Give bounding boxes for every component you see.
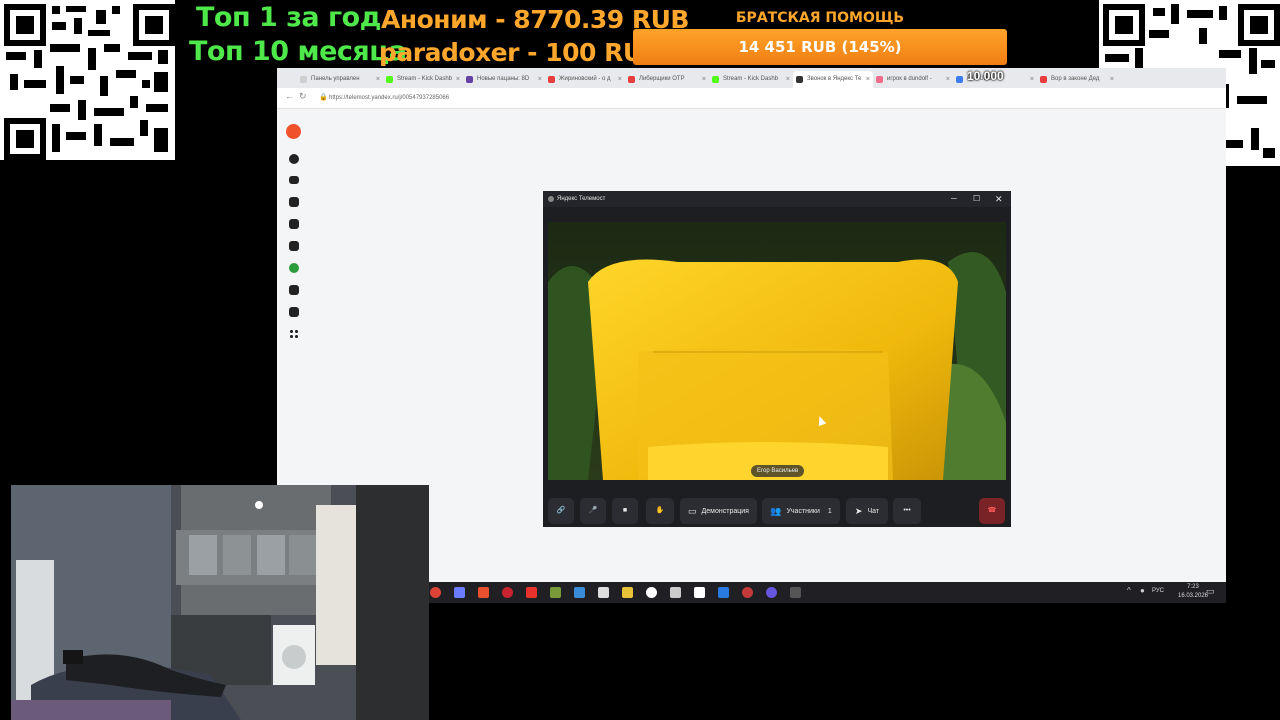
taskbar-app-8[interactable] xyxy=(598,587,609,598)
tab-3[interactable]: Новые пацаны: 8D × xyxy=(463,71,545,88)
microphone-icon: 🎤 xyxy=(588,507,598,514)
taskbar-app-15[interactable] xyxy=(766,587,777,598)
taskbar-app-9[interactable] xyxy=(622,587,633,598)
tray-chevron-icon[interactable]: ^ xyxy=(1127,586,1131,595)
sidebar-icon-8[interactable] xyxy=(289,307,299,317)
taskbar-app-13[interactable] xyxy=(718,587,729,598)
sidebar-icon-7[interactable] xyxy=(289,285,299,295)
telemost-title: Яндекс Телемост xyxy=(557,196,606,202)
top-month-label: Топ 10 месяца xyxy=(189,36,407,67)
tray-mic-icon: ● xyxy=(1140,586,1145,595)
link-icon: 🔗 xyxy=(556,507,566,514)
webcam-feed xyxy=(11,485,429,720)
more-icon: ••• xyxy=(903,507,911,514)
participant-name-tag: Егор Васильев xyxy=(751,465,805,477)
microphone-button[interactable]: 🎤 xyxy=(580,498,606,524)
telemost-window: Яндекс Телемост ─ ☐ ✕ Егор Васильев 🔗 🎤 … xyxy=(543,191,1011,527)
taskbar-app-12[interactable] xyxy=(694,587,705,598)
url-field[interactable]: https://telemost.yandex.ru/j/00547937285… xyxy=(317,91,1029,105)
sidebar-icon-3[interactable] xyxy=(289,197,299,207)
telemost-titlebar: Яндекс Телемост ─ ☐ ✕ xyxy=(543,191,1011,207)
taskbar-app-6[interactable] xyxy=(550,587,561,598)
donation-goal-title: БРАТСКАЯ ПОМОЩЬ xyxy=(735,10,905,26)
tab-1[interactable]: Панель управлен × xyxy=(297,71,383,88)
tab-10[interactable]: Вор в законе Дед × xyxy=(1037,71,1117,88)
participants-button[interactable]: 👥 Участники 1 xyxy=(762,498,840,524)
address-bar: ← ↻ 🔒 https://telemost.yandex.ru/j/00547… xyxy=(277,88,1226,109)
tab-5[interactable]: Либерщики OTP × xyxy=(625,71,709,88)
taskbar-app-11[interactable] xyxy=(670,587,681,598)
maximize-icon[interactable]: ☐ xyxy=(973,191,980,207)
sidebar-logo-icon[interactable] xyxy=(286,124,301,139)
tray-language[interactable]: РУС xyxy=(1152,588,1164,594)
taskbar-app-14[interactable] xyxy=(742,587,753,598)
notification-icon[interactable]: ▭ xyxy=(1206,586,1215,597)
viewer-counter: 10 000 xyxy=(967,69,1004,83)
copy-link-button[interactable]: 🔗 xyxy=(548,498,574,524)
top-year-label: Топ 1 за год xyxy=(196,2,381,33)
close-icon[interactable]: ✕ xyxy=(995,191,1003,207)
more-button[interactable]: ••• xyxy=(893,498,921,524)
hand-icon: ✋ xyxy=(655,507,665,514)
screen-icon: ▭ xyxy=(688,506,697,516)
tab-7-active[interactable]: Звонок в Яндекс Те × xyxy=(793,71,873,88)
sidebar-apps-icon[interactable] xyxy=(289,329,299,339)
participants-count: 1 xyxy=(827,507,832,515)
reload-icon[interactable]: ↻ xyxy=(299,91,307,102)
sidebar-mail-icon[interactable] xyxy=(289,176,299,184)
sidebar-icon-5[interactable] xyxy=(289,241,299,251)
tab-8[interactable]: игрок в dundolf - × xyxy=(873,71,953,88)
chat-button[interactable]: ➤ Чат xyxy=(846,498,888,524)
taskbar-app-7[interactable] xyxy=(574,587,585,598)
sidebar-icon-1[interactable] xyxy=(289,154,299,164)
camera-icon: ■ xyxy=(622,507,628,514)
back-icon[interactable]: ← xyxy=(285,91,294,101)
tab-6[interactable]: Stream - Kick Dashb × xyxy=(709,71,793,88)
minimize-icon[interactable]: ─ xyxy=(951,191,957,207)
yandex-icon[interactable] xyxy=(526,587,537,598)
raise-hand-button[interactable]: ✋ xyxy=(646,498,674,524)
screen-share-button[interactable]: ▭ Демонстрация xyxy=(680,498,757,524)
tray-time: 7:23 xyxy=(1187,584,1199,590)
people-icon: 👥 xyxy=(770,506,782,516)
sidebar-telemost-icon[interactable] xyxy=(289,263,299,273)
donation-goal-bar: 14 451 RUB (145%) xyxy=(633,29,1007,65)
tab-4[interactable]: Жириновский - о д × xyxy=(545,71,625,88)
taskbar-app-3[interactable] xyxy=(478,587,489,598)
telemost-app-icon xyxy=(548,196,554,202)
participant-video: Егор Васильев xyxy=(548,222,1006,480)
sidebar-icon-4[interactable] xyxy=(289,219,299,229)
taskbar-telemost-icon[interactable] xyxy=(790,587,801,598)
tab-bar: Панель управлен × Stream - Kick Dashb × Но… xyxy=(277,68,1226,88)
chrome-icon[interactable] xyxy=(430,587,441,598)
taskbar: ^ ● РУС 7:23 16.03.2026 ▭ xyxy=(428,582,1226,603)
taskbar-app-2[interactable] xyxy=(454,587,465,598)
video-frame xyxy=(548,222,1006,480)
send-icon: ➤ xyxy=(854,506,863,516)
webcam-scene xyxy=(11,485,429,720)
top-month-donor: paradoxer - 100 RUB xyxy=(379,38,662,67)
hangup-button[interactable]: ☎ xyxy=(979,498,1005,524)
camera-button[interactable]: ■ xyxy=(612,498,638,524)
tab-2[interactable]: Stream - Kick Dashb × xyxy=(383,71,463,88)
qr-code-left xyxy=(0,0,175,160)
yandex-browser-icon[interactable] xyxy=(646,587,657,598)
opera-icon[interactable] xyxy=(502,587,513,598)
phone-hangup-icon: ☎ xyxy=(987,507,997,514)
